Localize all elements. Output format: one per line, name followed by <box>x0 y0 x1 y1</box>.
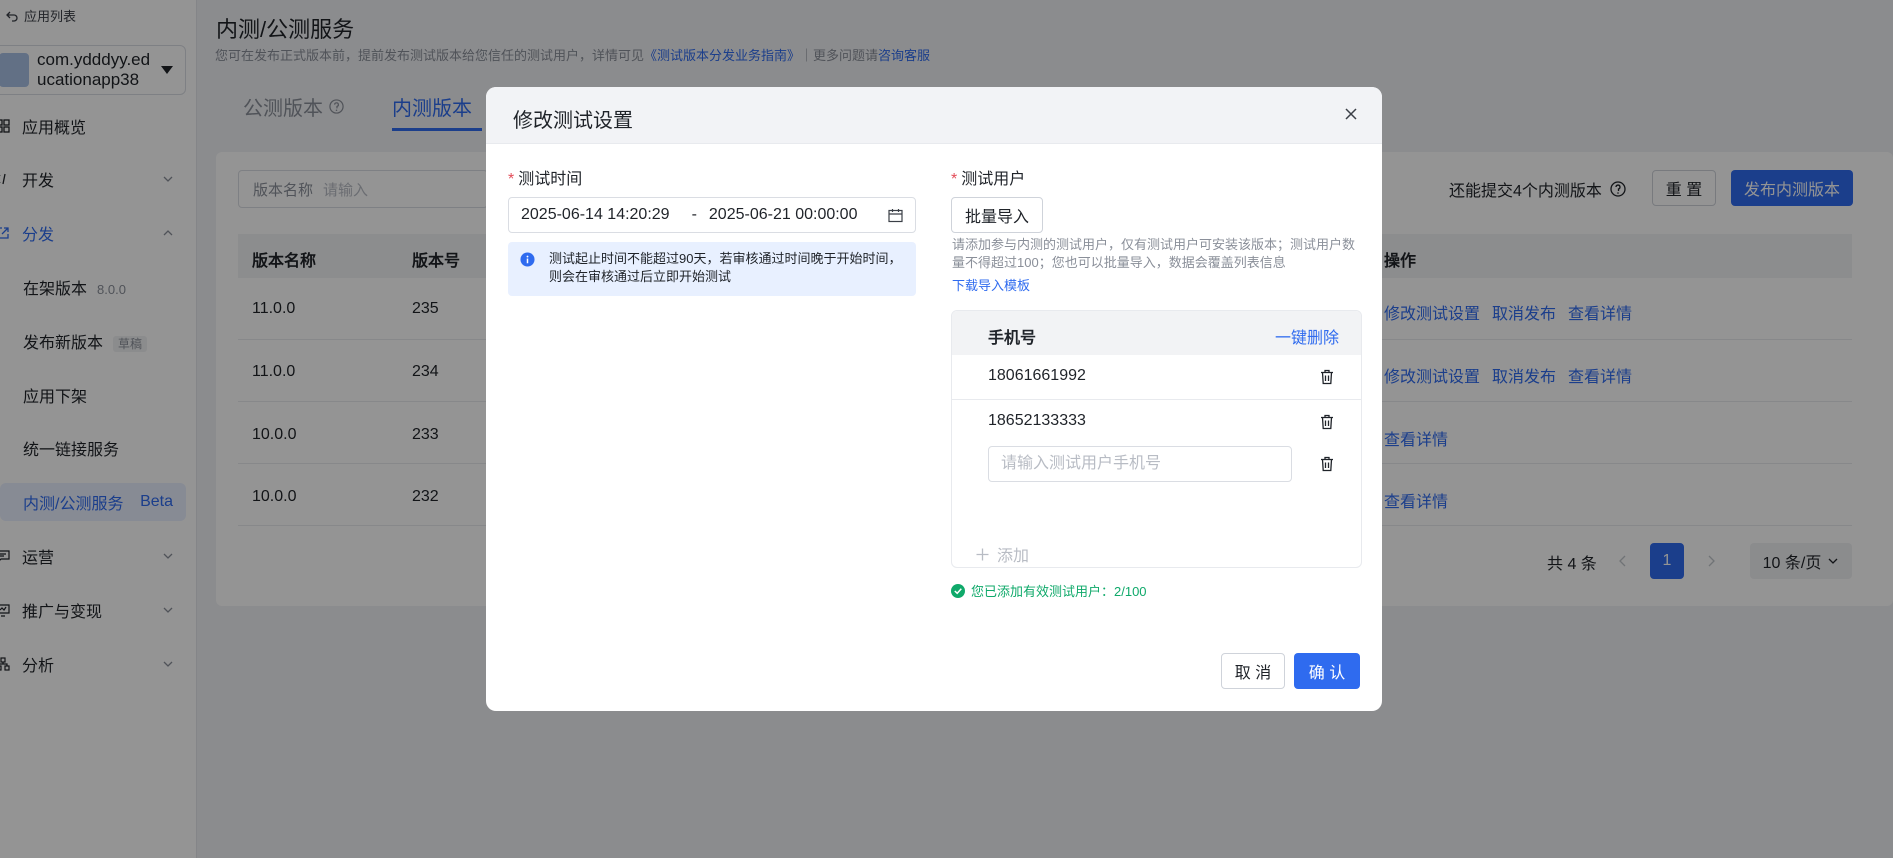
trash-icon[interactable] <box>1320 456 1334 472</box>
edit-test-settings-dialog: 修改测试设置 * 测试时间 2025-06-14 14:20:29 - 2025-… <box>486 87 1382 711</box>
phone-number: 18061661992 <box>988 367 1086 384</box>
phone-input[interactable] <box>988 446 1292 482</box>
delete-all-link[interactable]: 一键删除 <box>1275 324 1339 348</box>
test-user-row: 18061661992 <box>952 355 1361 400</box>
test-time-info-alert: 测试起止时间不能超过90天，若审核通过时间晚于开始时间，则会在审核通过后立即开始… <box>508 242 916 296</box>
batch-import-button[interactable]: 批量导入 <box>951 197 1043 233</box>
test-users-table: 手机号 一键删除 18061661992 18652133333 添加 <box>951 310 1362 568</box>
test-users-table-header: 手机号 一键删除 <box>952 311 1361 355</box>
confirm-button[interactable]: 确 认 <box>1294 653 1360 689</box>
end-datetime: 2025-06-21 00:00:00 <box>708 206 858 223</box>
download-template-link[interactable]: 下载导入模板 <box>952 275 1030 294</box>
valid-users-status: 您已添加有效测试用户：2/100 <box>951 581 1147 600</box>
test-users-hint: 请添加参与内测的测试用户，仅有测试用户可安装该版本；测试用户数量不得超过100；… <box>952 237 1356 270</box>
test-user-row: 18652133333 <box>952 400 1361 445</box>
add-user-button[interactable]: 添加 <box>976 542 1029 566</box>
test-time-label: * 测试时间 <box>508 165 582 189</box>
valid-users-text: 您已添加有效测试用户：2/100 <box>971 584 1147 599</box>
info-icon <box>520 252 535 267</box>
dialog-title: 修改测试设置 <box>513 110 633 132</box>
test-users-label: * 测试用户 <box>951 165 1025 189</box>
phone-column-header: 手机号 <box>988 330 1037 347</box>
range-separator: - <box>691 206 697 223</box>
start-datetime: 2025-06-14 14:20:29 <box>521 206 670 223</box>
phone-number: 18652133333 <box>988 412 1086 429</box>
dialog-header: 修改测试设置 <box>486 87 1382 144</box>
trash-icon[interactable] <box>1320 369 1334 385</box>
test-time-label-text: 测试时间 <box>518 171 583 188</box>
calendar-icon <box>888 209 903 223</box>
required-mark: * <box>508 171 515 188</box>
test-time-range-picker[interactable]: 2025-06-14 14:20:29 - 2025-06-21 00:00:0… <box>508 197 916 233</box>
plus-icon <box>976 548 989 560</box>
close-icon[interactable] <box>1344 107 1358 121</box>
required-mark: * <box>951 171 958 188</box>
check-circle-icon <box>951 583 965 598</box>
test-users-label-text: 测试用户 <box>961 171 1026 188</box>
trash-icon[interactable] <box>1320 414 1334 430</box>
cancel-button[interactable]: 取 消 <box>1221 653 1285 689</box>
add-user-label: 添加 <box>997 548 1030 565</box>
info-text: 测试起止时间不能超过90天，若审核通过时间晚于开始时间，则会在审核通过后立即开始… <box>549 251 902 284</box>
